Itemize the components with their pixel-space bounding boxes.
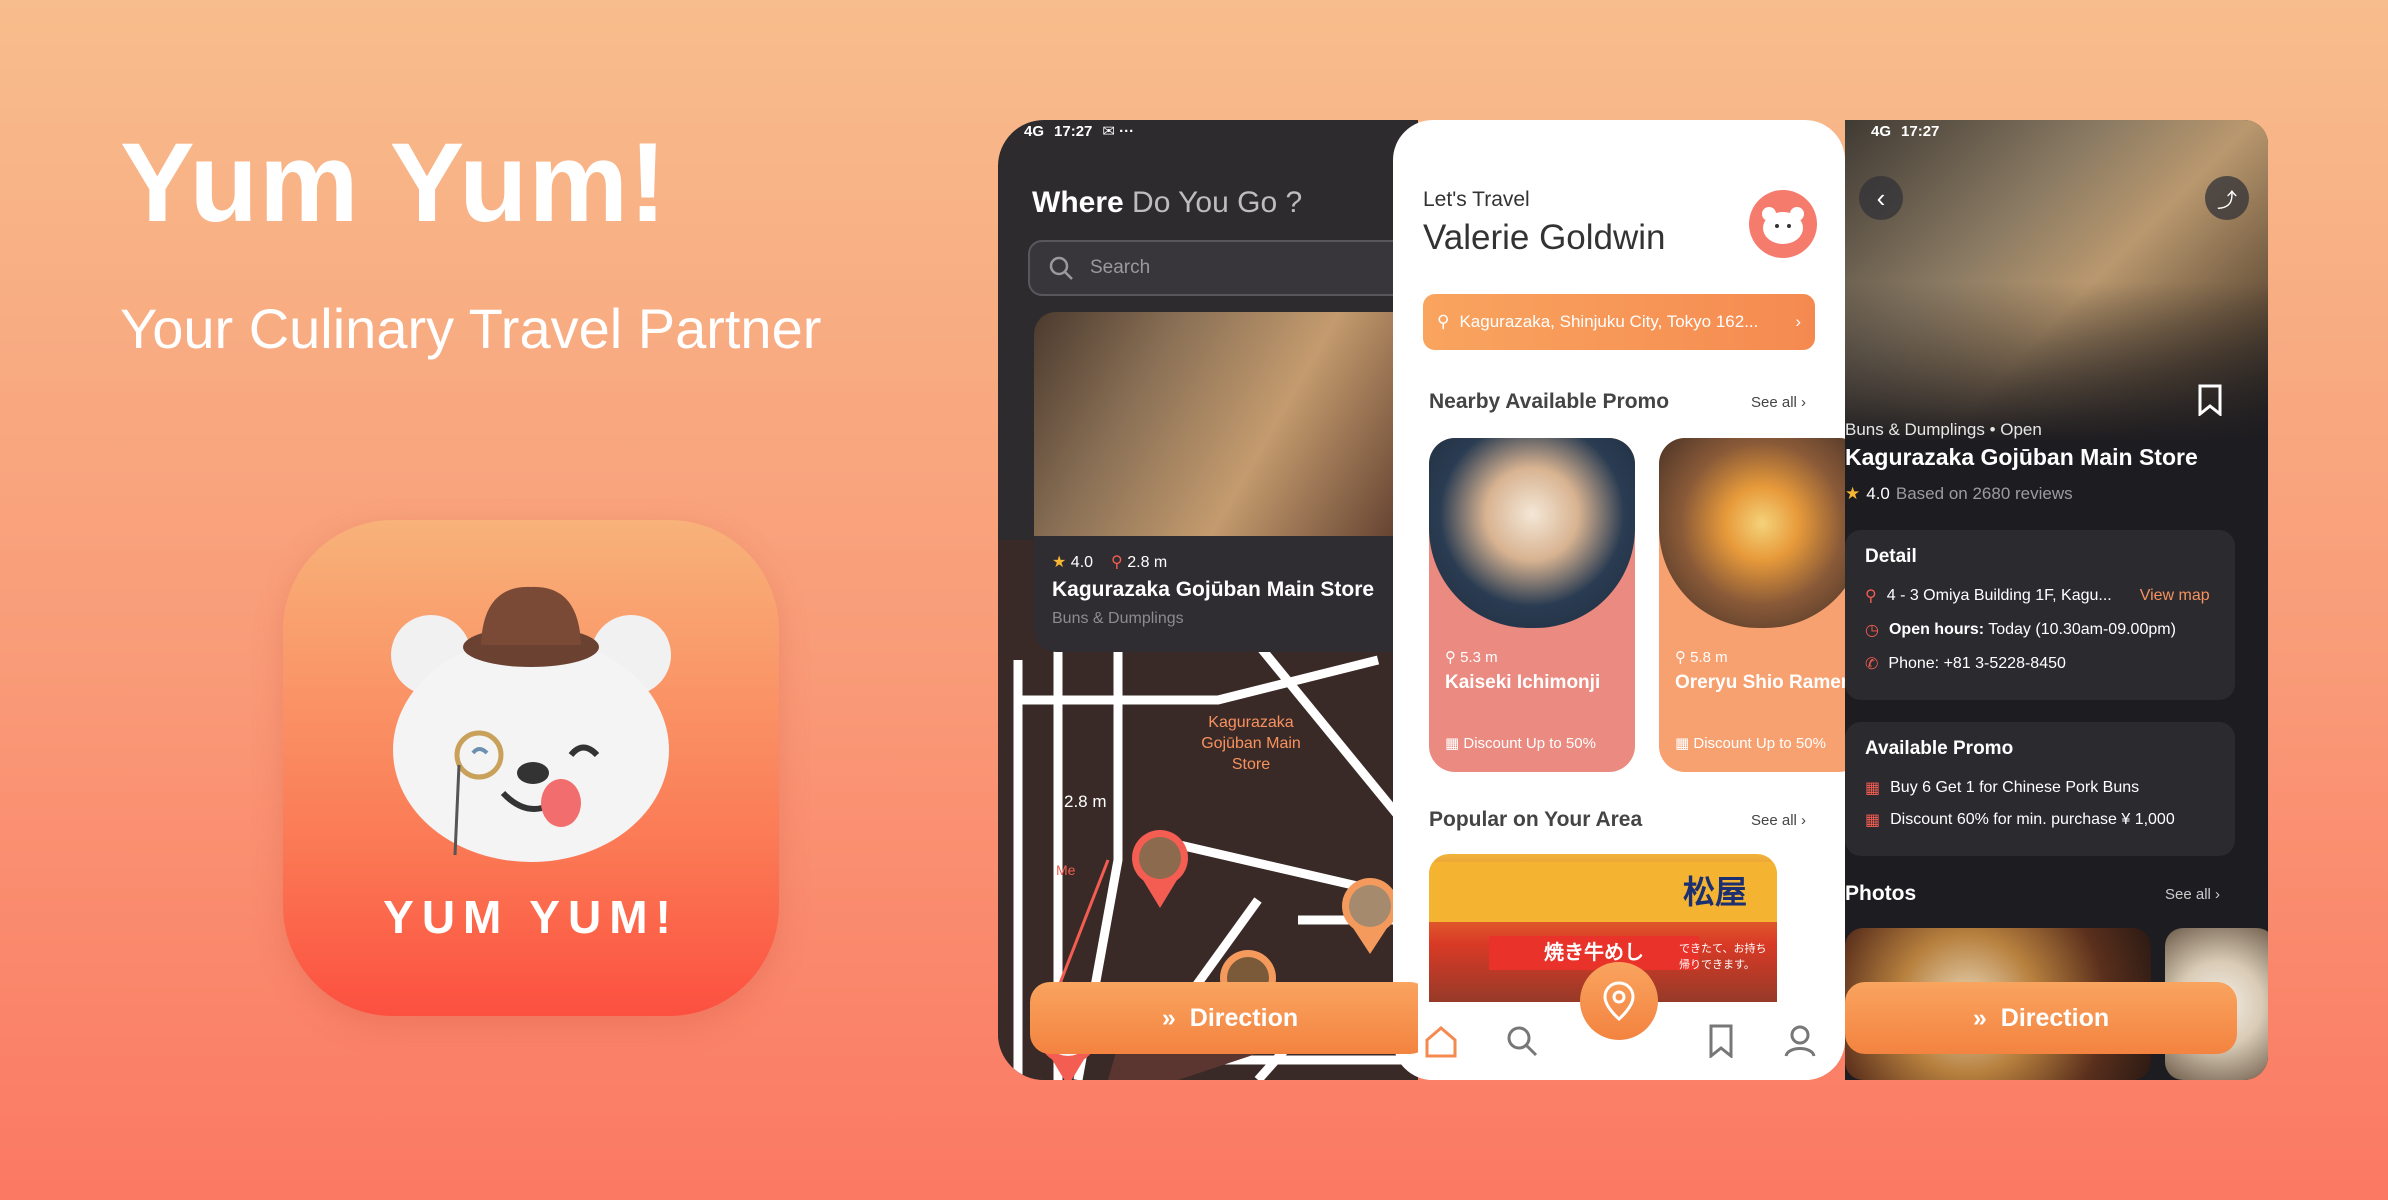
ticket-icon: ▦ [1865, 812, 1881, 829]
map-pin-destination [1132, 830, 1188, 908]
me-label: Me [1056, 862, 1076, 878]
bookmark-icon[interactable] [1707, 1024, 1735, 1058]
promo-name: Oreryu Shio Ramen [1675, 672, 1845, 693]
profile-icon[interactable] [1783, 1024, 1817, 1058]
ticket-icon: ▦ [1865, 780, 1881, 797]
bookmark-icon[interactable] [2197, 384, 2223, 416]
greeting: Let's Travel [1423, 188, 1530, 211]
map-pin-icon [1603, 981, 1635, 1021]
notification-icon: ✉ ··· [1102, 123, 1135, 140]
status-time: 17:27 [1901, 122, 1940, 140]
phone-icon: ✆ [1865, 656, 1879, 673]
restaurant-name: Kagurazaka Gojūban Main Store [1052, 578, 1375, 601]
bear-avatar-icon [1762, 207, 1804, 244]
restaurant-category: Buns & Dumplings [1052, 610, 1184, 627]
search-icon[interactable] [1505, 1024, 1539, 1058]
promo-panel: Available Promo ▦ Buy 6 Get 1 for Chines… [1845, 722, 2235, 856]
map-pin-icon: ⚲ [1865, 588, 1877, 605]
restaurant-name: Kagurazaka Gojūban Main Store [1845, 444, 2198, 470]
phone-detail-screen: 4G 17:27 ‹ ⤴ Buns & Dumplings • Open Kag… [1845, 120, 2268, 1080]
rating: ★ 4.0 Based on 2680 reviews [1845, 484, 2073, 503]
route-distance-label: 2.8 m [1064, 792, 1107, 811]
map-fab-button[interactable] [1580, 962, 1658, 1040]
see-all-popular-link[interactable]: See all › [1751, 812, 1806, 829]
star-icon: ★ [1052, 554, 1067, 571]
open-hours: Open hours: Today (10.30am-09.00pm) [1888, 621, 2176, 638]
phone-home-screen: Let's Travel Valerie Goldwin ⚲ Kagurazak… [1393, 120, 1845, 1080]
chevron-left-icon: ‹ [1876, 182, 1886, 213]
clock-icon: ◷ [1865, 622, 1879, 639]
map-pin-label: Kagurazaka Gojūban Main Store [1201, 714, 1301, 773]
status-time: 17:27 [1054, 122, 1093, 140]
map-pin-icon: ⚲ [1111, 554, 1123, 571]
screen-title: Where Do You Go ? [1032, 186, 1303, 219]
distance: ⚲ 2.8 m [1111, 554, 1168, 571]
phone-number: Phone: +81 3-5228-8450 [1888, 655, 2066, 672]
share-button[interactable]: ⤴ [2205, 176, 2249, 220]
map-pin-restaurant [1342, 878, 1398, 954]
restaurant-photo [1034, 312, 1414, 536]
section-title-photos: Photos [1845, 882, 1917, 905]
signal-indicator: 4G [1871, 122, 1892, 140]
phone-explore-screen: 4G 17:27 ✉ ··· Where Do You Go ? Search [998, 120, 1418, 1080]
double-chevron-icon: » [1161, 1003, 1176, 1032]
address: 4 - 3 Omiya Building 1F, Kagu... [1886, 587, 2112, 604]
map-pin-icon: ⚲ [1437, 312, 1450, 331]
ticket-icon: ▦ [1445, 735, 1460, 752]
direction-button[interactable]: » Direction [1845, 982, 2237, 1054]
user-name: Valerie Goldwin [1423, 218, 1666, 257]
restaurant-card[interactable]: ★ 4.0 ⚲ 2.8 m Kagurazaka Gojūban Main St… [1034, 312, 1414, 652]
back-button[interactable]: ‹ [1859, 176, 1903, 220]
section-title-popular: Popular on Your Area [1429, 808, 1643, 831]
promo-photo [1429, 438, 1635, 628]
signal-indicator: 4G [1024, 122, 1045, 140]
app-icon-wordmark: YUM YUM! [383, 891, 679, 943]
promo-name: Kaiseki Ichimonji [1445, 672, 1601, 693]
double-chevron-icon: » [1972, 1003, 1987, 1032]
ticket-icon: ▦ [1675, 735, 1690, 752]
promo-item[interactable]: ▦ Buy 6 Get 1 for Chinese Pork Buns [1865, 778, 2139, 798]
rating: ★ 4.0 [1052, 554, 1094, 571]
external-link-icon: ⤴ [2217, 189, 2237, 212]
promo-photo [1659, 438, 1845, 628]
direction-button[interactable]: » Direction [1030, 982, 1418, 1054]
bear-mascot-icon [391, 586, 671, 862]
search-icon [1049, 256, 1073, 280]
star-icon: ★ [1845, 484, 1861, 503]
see-all-photos-link[interactable]: See all › [2165, 886, 2220, 903]
search-input[interactable]: Search [1028, 240, 1418, 296]
app-subtitle: Your Culinary Travel Partner [120, 297, 822, 360]
promo-card[interactable]: ⚲ 5.3 m Kaiseki Ichimonji ▦ Discount Up … [1429, 438, 1635, 772]
view-map-link[interactable]: View map [2140, 587, 2210, 605]
status-bar: 4G 17:27 ✉ ··· [998, 120, 1418, 142]
section-title-promo: Nearby Available Promo [1429, 390, 1670, 413]
detail-panel: Detail ⚲ 4 - 3 Omiya Building 1F, Kagu..… [1845, 530, 2235, 700]
home-icon[interactable] [1423, 1024, 1459, 1058]
app-title: Yum Yum! [120, 120, 668, 245]
see-all-promo-link[interactable]: See all › [1751, 394, 1806, 411]
promo-card[interactable]: ⚲ 5.8 m Oreryu Shio Ramen ▦ Discount Up … [1659, 438, 1845, 772]
status-bar: 4G 17:27 [1845, 120, 2268, 142]
app-icon: YUM YUM! [283, 520, 779, 1016]
search-placeholder: Search [1090, 257, 1151, 278]
promo-item[interactable]: ▦ Discount 60% for min. purchase ¥ 1,000 [1865, 810, 2175, 830]
chevron-right-icon: › [1795, 312, 1801, 331]
avatar[interactable] [1749, 190, 1817, 258]
location-selector[interactable]: ⚲ Kagurazaka, Shinjuku City, Tokyo 162..… [1423, 294, 1815, 350]
restaurant-category: Buns & Dumplings • Open [1845, 420, 2042, 439]
